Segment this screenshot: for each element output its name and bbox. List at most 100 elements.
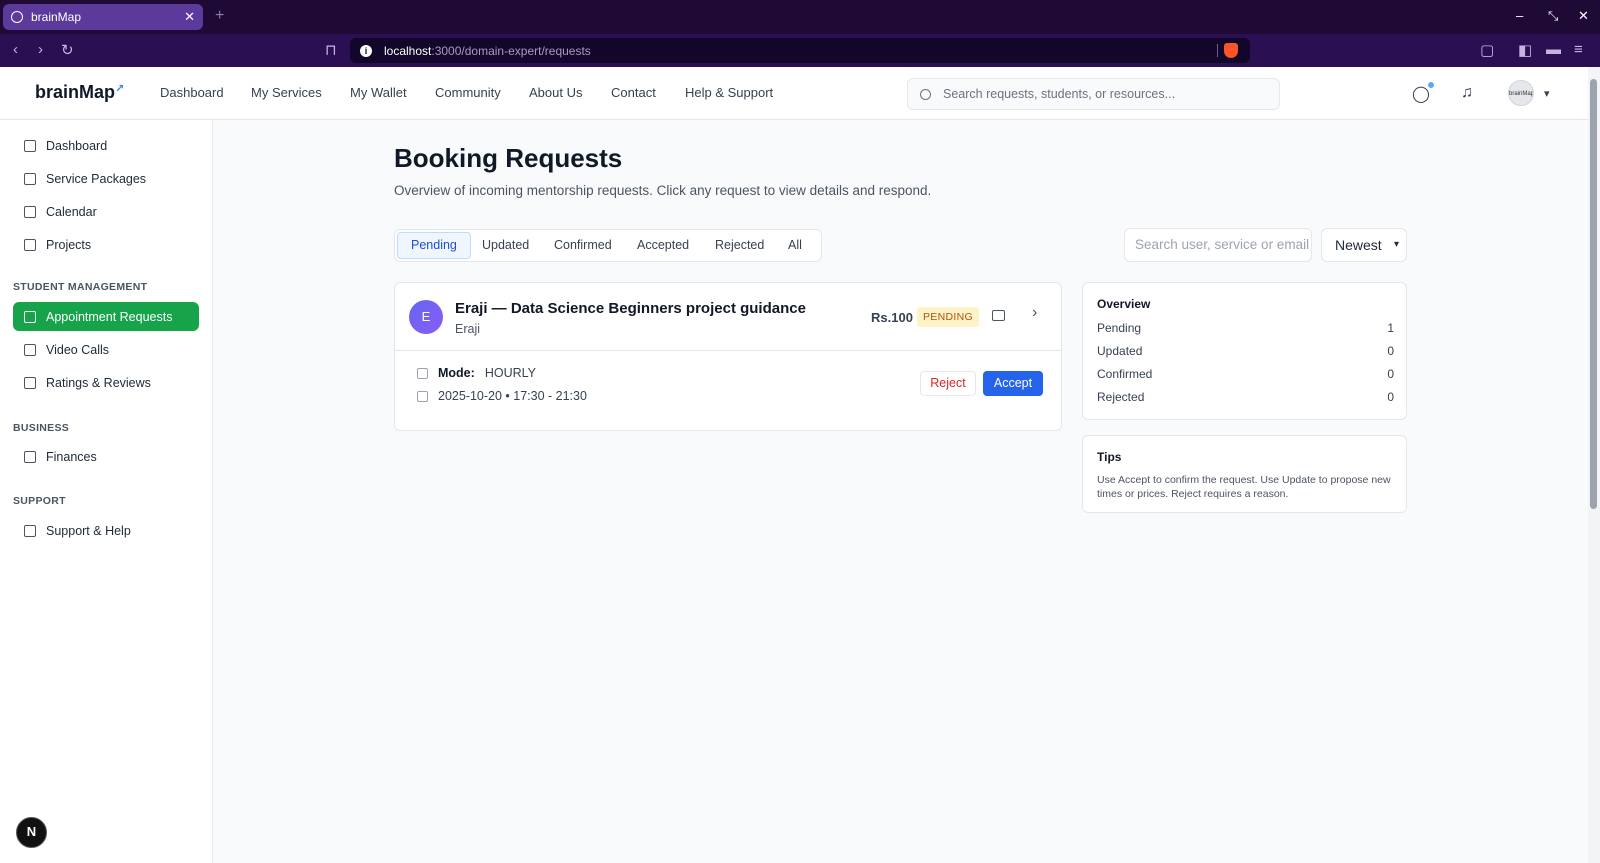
star-icon bbox=[24, 376, 36, 389]
accept-button[interactable]: Accept bbox=[983, 371, 1043, 396]
tab-updated[interactable]: Updated bbox=[469, 232, 542, 259]
mode-value: HOURLY bbox=[484, 366, 536, 380]
tab-close-icon[interactable]: ✕ bbox=[184, 9, 195, 25]
sidebar-item-video-calls[interactable]: Video Calls bbox=[13, 335, 199, 364]
clipboard-icon bbox=[24, 238, 36, 251]
global-search-input[interactable]: Search requests, students, or resources.… bbox=[907, 78, 1280, 110]
sidebar-item-appointment-requests[interactable]: Appointment Requests bbox=[13, 302, 199, 331]
book-icon bbox=[24, 310, 36, 323]
request-price: Rs.100 bbox=[871, 310, 913, 325]
sidebar-item-ratings-reviews[interactable]: Ratings & Reviews bbox=[13, 368, 199, 397]
nextjs-badge-icon[interactable]: N bbox=[16, 817, 47, 848]
request-card-header[interactable]: E Eraji — Data Science Beginners project… bbox=[395, 283, 1061, 351]
sidebar-item-calendar[interactable]: Calendar bbox=[13, 197, 199, 226]
back-icon[interactable]: ‹ bbox=[13, 41, 18, 58]
overview-row-confirmed: Confirmed 0 bbox=[1097, 367, 1394, 381]
sidebar-toggle-icon[interactable]: ◧ bbox=[1518, 41, 1532, 59]
minimize-icon[interactable]: – bbox=[1516, 8, 1523, 23]
sidebar-item-support-help[interactable]: Support & Help bbox=[13, 516, 199, 545]
logo-arrow-icon: ↗ bbox=[115, 83, 125, 95]
globe-icon bbox=[11, 11, 23, 23]
tab-title: brainMap bbox=[31, 10, 82, 24]
tips-panel: Tips Use Accept to confirm the request. … bbox=[1082, 435, 1407, 513]
window-close-icon[interactable]: ✕ bbox=[1578, 8, 1589, 24]
brave-shield-icon[interactable] bbox=[1224, 43, 1238, 58]
section-heading-student-management: STUDENT MANAGEMENT bbox=[13, 281, 148, 293]
nav-community[interactable]: Community bbox=[435, 85, 501, 100]
sidebar: Dashboard Service Packages Calendar Proj… bbox=[0, 120, 213, 863]
requester-avatar: E bbox=[409, 300, 443, 334]
overview-label: Rejected bbox=[1097, 390, 1145, 404]
package-icon bbox=[24, 172, 36, 185]
schedule-row: 2025-10-20 • 17:30 - 21:30 bbox=[417, 389, 587, 403]
sidebar-item-dashboard[interactable]: Dashboard bbox=[13, 131, 199, 160]
overview-title: Overview bbox=[1097, 297, 1151, 311]
bookmark-icon[interactable]: ⊓ bbox=[325, 41, 337, 59]
request-card[interactable]: E Eraji — Data Science Beginners project… bbox=[394, 282, 1062, 431]
browser-navbar: ‹ › ↻ ⊓ i localhost:3000/domain-expert/r… bbox=[0, 34, 1600, 67]
tab-all[interactable]: All bbox=[775, 232, 815, 259]
page-scrollbar[interactable] bbox=[1588, 67, 1600, 863]
url-host: localhost bbox=[384, 43, 432, 58]
reject-button[interactable]: Reject bbox=[920, 371, 976, 396]
sidebar-item-label: Video Calls bbox=[46, 342, 110, 357]
overview-label: Updated bbox=[1097, 344, 1143, 358]
menu-icon[interactable]: ≡ bbox=[1574, 41, 1583, 58]
sidebar-item-service-packages[interactable]: Service Packages bbox=[13, 164, 199, 193]
filter-tabs: Pending Updated Confirmed Accepted Rejec… bbox=[394, 229, 822, 262]
logo-text: brainMap bbox=[35, 82, 116, 102]
nav-about-us[interactable]: About Us bbox=[529, 85, 582, 100]
search-icon bbox=[920, 88, 931, 100]
reload-icon[interactable]: ↻ bbox=[61, 41, 74, 59]
site-info-icon[interactable]: i bbox=[360, 44, 372, 57]
logo[interactable]: brainMap↗ bbox=[35, 82, 124, 103]
section-heading-support: SUPPORT bbox=[13, 495, 66, 507]
address-bar[interactable]: i localhost:3000/domain-expert/requests bbox=[350, 38, 1250, 63]
chevron-right-icon[interactable]: › bbox=[1032, 304, 1037, 322]
restore-icon[interactable]: ⤡ bbox=[1548, 8, 1558, 24]
nav-my-wallet[interactable]: My Wallet bbox=[350, 85, 407, 100]
new-tab-icon[interactable]: + bbox=[215, 7, 224, 25]
sort-select[interactable]: Newest ▾ bbox=[1321, 228, 1407, 262]
sidebar-item-label: Service Packages bbox=[46, 171, 147, 186]
bell-icon[interactable]: ♫ bbox=[1461, 84, 1473, 102]
tab-rejected[interactable]: Rejected bbox=[702, 232, 777, 259]
avatar-text: brainMap bbox=[1509, 91, 1534, 97]
sidebar-item-label: Dashboard bbox=[46, 138, 108, 153]
overview-row-updated: Updated 0 bbox=[1097, 344, 1394, 358]
sidebar-item-projects[interactable]: Projects bbox=[13, 230, 199, 259]
package-icon bbox=[417, 367, 428, 379]
browser-tab[interactable]: brainMap ✕ bbox=[3, 4, 203, 30]
message-icon[interactable] bbox=[992, 310, 1005, 321]
calendar-icon bbox=[417, 390, 428, 402]
sidebar-item-label: Calendar bbox=[46, 204, 97, 219]
nav-help-support[interactable]: Help & Support bbox=[685, 85, 773, 100]
avatar[interactable]: brainMap bbox=[1508, 80, 1534, 106]
chevron-down-icon[interactable]: ▾ bbox=[1544, 87, 1550, 100]
wallet-icon[interactable]: ▢ bbox=[1480, 41, 1494, 59]
status-badge: PENDING bbox=[917, 307, 979, 327]
sort-value: Newest bbox=[1335, 237, 1382, 253]
mode-row: Mode: HOURLY bbox=[417, 366, 536, 380]
nav-my-services[interactable]: My Services bbox=[251, 85, 322, 100]
sidebar-item-label: Appointment Requests bbox=[46, 309, 173, 324]
overview-value: 0 bbox=[1387, 367, 1394, 381]
forward-icon[interactable]: › bbox=[38, 41, 43, 58]
sidebar-item-finances[interactable]: Finances bbox=[13, 442, 199, 471]
overview-value: 0 bbox=[1387, 390, 1394, 404]
profile-icon[interactable]: ▬ bbox=[1546, 41, 1561, 58]
select-chevron-icon: ▾ bbox=[1393, 239, 1399, 250]
page-title: Booking Requests bbox=[394, 143, 623, 173]
credit-card-icon bbox=[24, 450, 36, 463]
sidebar-item-label: Ratings & Reviews bbox=[46, 375, 151, 390]
tab-pending[interactable]: Pending bbox=[397, 232, 471, 259]
nav-contact[interactable]: Contact bbox=[611, 85, 656, 100]
nav-dashboard[interactable]: Dashboard bbox=[160, 85, 224, 100]
tab-confirmed[interactable]: Confirmed bbox=[541, 232, 625, 259]
request-search-input[interactable]: Search user, service or email bbox=[1124, 228, 1312, 262]
section-heading-business: BUSINESS bbox=[13, 422, 70, 434]
tab-accepted[interactable]: Accepted bbox=[624, 232, 702, 259]
chat-icon[interactable]: ◯ bbox=[1412, 84, 1430, 104]
sidebar-item-label: Finances bbox=[46, 449, 97, 464]
scrollbar-thumb[interactable] bbox=[1590, 79, 1597, 509]
